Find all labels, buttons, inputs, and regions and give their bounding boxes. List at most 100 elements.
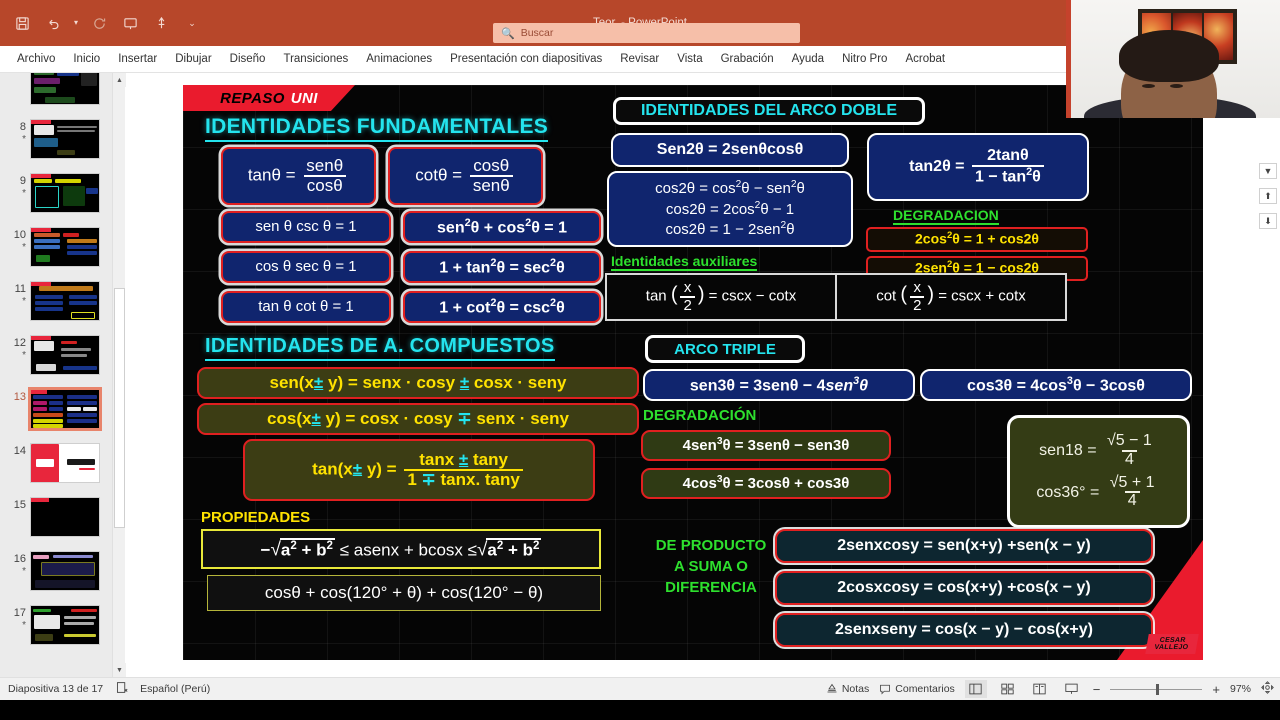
search-icon: 🔍 xyxy=(501,27,515,40)
tab-archivo[interactable]: Archivo xyxy=(8,49,64,69)
search-input[interactable]: 🔍 Buscar xyxy=(493,23,800,43)
undo-icon[interactable] xyxy=(39,9,67,37)
collapse-icon[interactable]: ▼ xyxy=(1259,163,1277,179)
scroll-down-icon[interactable]: ▼ xyxy=(113,663,126,677)
label-producto-l3: DIFERENCIA xyxy=(665,579,757,596)
bottom-black-bar xyxy=(0,700,1280,720)
zoom-slider-handle[interactable] xyxy=(1156,683,1160,695)
slide-thumbnail[interactable] xyxy=(30,73,100,105)
thumbnail-number: 12 * xyxy=(4,335,26,361)
slide-thumbnail[interactable] xyxy=(30,335,100,375)
list-item[interactable]: 16 * xyxy=(0,551,112,591)
list-item[interactable]: 14 xyxy=(0,443,112,483)
slide-sorter-icon[interactable] xyxy=(997,680,1019,698)
list-item[interactable]: 8 * xyxy=(0,119,112,159)
comments-label: Comentarios xyxy=(895,683,955,695)
notes-label: Notas xyxy=(841,683,870,695)
slide-thumbnail[interactable] xyxy=(30,605,100,645)
notes-button[interactable]: Notas xyxy=(826,683,869,695)
tab-dibujar[interactable]: Dibujar xyxy=(166,49,220,69)
formula-degradacion-sen3: 4sen3θ = 3senθ − sen3θ xyxy=(641,430,891,461)
list-item[interactable]: 11 * xyxy=(0,281,112,321)
tab-vista[interactable]: Vista xyxy=(668,49,711,69)
formula-tan-cot: tan θ cot θ = 1 xyxy=(221,291,391,323)
formula-cos2-line1: cos2θ = cos2θ − sen2θ xyxy=(655,178,805,197)
formula-cos-sec: cos θ sec θ = 1 xyxy=(221,251,391,283)
thumbnail-number: 10 * xyxy=(4,227,26,253)
slide-thumbnail[interactable] xyxy=(30,119,100,159)
formula-cot-theta: cotθ = cosθ senθ xyxy=(388,147,543,205)
list-item[interactable]: 10 * xyxy=(0,227,112,267)
slide-thumbnail[interactable] xyxy=(30,173,100,213)
slide-thumbnail[interactable] xyxy=(30,227,100,267)
slideshow-icon[interactable] xyxy=(1061,680,1083,698)
pen-icon[interactable] xyxy=(147,9,175,37)
tab-revisar[interactable]: Revisar xyxy=(611,49,668,69)
tab-nitro-pro[interactable]: Nitro Pro xyxy=(833,49,896,69)
heading-identidades-compuestos: IDENTIDADES DE A. COMPUESTOS xyxy=(205,335,555,361)
slide-thumbnail[interactable] xyxy=(30,551,100,591)
formula-cos2-line2: cos2θ = 2cos2θ − 1 xyxy=(665,199,795,218)
tab-animaciones[interactable]: Animaciones xyxy=(357,49,441,69)
animation-star-icon: * xyxy=(22,565,26,577)
zoom-in-button[interactable]: + xyxy=(1212,682,1220,697)
tab-grabacion[interactable]: Grabación xyxy=(712,49,783,69)
tab-diseno[interactable]: Diseño xyxy=(221,49,275,69)
reading-view-icon[interactable] xyxy=(1029,680,1051,698)
tab-presentacion[interactable]: Presentación con diapositivas xyxy=(441,49,611,69)
zoom-slider[interactable] xyxy=(1110,683,1203,695)
move-up-icon[interactable]: ⬆ xyxy=(1259,188,1277,204)
tab-ayuda[interactable]: Ayuda xyxy=(783,49,833,69)
cesar-vallejo-logo: CESAR VALLEJO xyxy=(1145,634,1199,654)
save-icon[interactable] xyxy=(8,9,36,37)
thumbnail-number: 16 * xyxy=(4,551,26,577)
list-item[interactable]: 13 xyxy=(0,387,112,431)
list-item[interactable]: 9 * xyxy=(0,173,112,213)
tab-insertar[interactable]: Insertar xyxy=(109,49,166,69)
list-item[interactable]: * xyxy=(0,73,112,105)
slide-indicator[interactable]: Diapositiva 13 de 17 xyxy=(8,683,103,695)
slide-thumbnail[interactable] xyxy=(30,281,100,321)
zoom-out-button[interactable]: − xyxy=(1093,682,1101,697)
search-placeholder: Buscar xyxy=(520,27,554,39)
normal-view-icon[interactable] xyxy=(964,680,987,698)
slide-thumbnail[interactable] xyxy=(30,497,100,537)
webcam-overlay xyxy=(1066,0,1280,118)
customize-toolbar-icon[interactable]: ⌄ xyxy=(178,9,206,37)
scrollbar-thumb[interactable] xyxy=(114,288,125,528)
presenter-eye-right xyxy=(1170,84,1183,88)
current-slide[interactable]: REPASO UNI IDENTIDADES FUNDAMENTALES tan… xyxy=(183,85,1203,660)
redo-icon[interactable] xyxy=(85,9,113,37)
scroll-up-icon[interactable]: ▲ xyxy=(113,73,126,87)
move-down-icon[interactable]: ⬇ xyxy=(1259,213,1277,229)
list-item[interactable]: 15 xyxy=(0,497,112,537)
formula-pitagorica-3: 1 + cot2θ = csc2θ xyxy=(403,291,601,323)
label-degradacion-doble: DEGRADACION xyxy=(893,207,999,225)
tab-transiciones[interactable]: Transiciones xyxy=(274,49,357,69)
tab-inicio[interactable]: Inicio xyxy=(64,49,109,69)
chevron-down-icon[interactable]: ▾ xyxy=(70,9,82,37)
thumbnail-number: 15 xyxy=(13,499,26,511)
thumbnail-number: 11 * xyxy=(4,281,26,307)
present-icon[interactable] xyxy=(116,9,144,37)
thumbnail-panel-scrollbar[interactable]: ▲ ▼ xyxy=(112,73,126,677)
formula-tan-theta: tanθ = senθ cosθ xyxy=(221,147,376,205)
list-item[interactable]: 17 * xyxy=(0,605,112,645)
webcam-left-strip xyxy=(1066,0,1071,118)
thumbnail-number: 8 * xyxy=(4,119,26,145)
slide-thumbnail-selected[interactable] xyxy=(28,387,102,431)
thumbnail-number: 17 * xyxy=(4,605,26,631)
slide-thumbnail-panel[interactable]: * 8 * xyxy=(0,73,112,677)
formula-tan2theta: tan2θ = 2tanθ 1 − tan2θ xyxy=(867,133,1089,201)
formula-degradacion-cos3: 4cos3θ = 3cosθ + cos3θ xyxy=(641,468,891,499)
heading-arco-doble: IDENTIDADES DEL ARCO DOBLE xyxy=(613,97,925,125)
slide-editing-area[interactable]: REPASO UNI IDENTIDADES FUNDAMENTALES tan… xyxy=(126,73,1280,677)
tab-acrobat[interactable]: Acrobat xyxy=(896,49,954,69)
fit-to-window-icon[interactable] xyxy=(1261,681,1274,697)
language-indicator[interactable]: Español (Perú) xyxy=(140,683,210,695)
slide-thumbnail[interactable] xyxy=(30,443,100,483)
comments-button[interactable]: Comentarios xyxy=(879,683,955,695)
accessibility-icon[interactable] xyxy=(115,681,128,697)
list-item[interactable]: 12 * xyxy=(0,335,112,375)
thumbnail-number: 9 * xyxy=(4,173,26,199)
